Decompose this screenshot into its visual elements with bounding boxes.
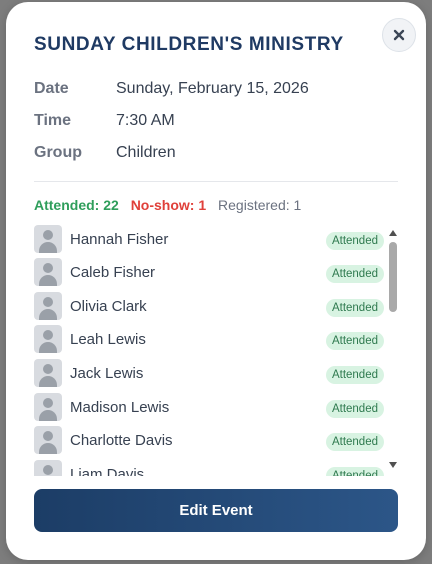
attendee-row[interactable]: Leah Lewis Attended	[34, 324, 384, 354]
detail-row-date: Date Sunday, February 15, 2026	[34, 78, 309, 100]
attendee-row[interactable]: Liam Davis Attended	[34, 459, 384, 476]
avatar	[34, 258, 62, 286]
status-badge: Attended	[325, 332, 384, 350]
detail-row-group: Group Children	[34, 142, 176, 164]
time-value: 7:30 AM	[116, 112, 175, 129]
attendee-name: Olivia Clark	[70, 297, 147, 315]
no-show-count: No-show: 1	[130, 197, 207, 213]
registered-count: Registered: 1	[218, 197, 302, 213]
group-value: Children	[116, 144, 176, 161]
close-button[interactable]	[382, 18, 416, 52]
scrollbar-thumb[interactable]	[389, 242, 397, 312]
attendee-name: Caleb Fisher	[70, 263, 156, 281]
status-badge: Attended	[325, 299, 384, 317]
attendee-name: Hannah Fisher	[70, 230, 169, 248]
date-label: Date	[34, 80, 69, 97]
status-badge: Attended	[325, 232, 384, 250]
attendance-summary: Attended: 22 No-show: 1 Registered: 1	[34, 197, 301, 213]
scroll-down-arrow-icon[interactable]	[388, 460, 398, 470]
section-divider	[34, 181, 398, 182]
event-details-modal: SUNDAY CHILDREN'S MINISTRY Date Sunday, …	[6, 2, 426, 560]
attendee-name: Madison Lewis	[70, 398, 170, 416]
scroll-up-arrow-icon[interactable]	[388, 228, 398, 238]
edit-event-button[interactable]: Edit Event	[34, 489, 398, 532]
close-icon	[393, 29, 405, 41]
avatar	[34, 460, 62, 476]
status-badge: Attended	[325, 400, 384, 418]
attendee-list-scrollbar[interactable]	[388, 228, 398, 470]
attendee-list[interactable]: Hannah Fisher Attended Caleb Fisher Atte…	[34, 222, 384, 476]
status-badge: Attended	[325, 433, 384, 451]
avatar	[34, 225, 62, 253]
attendee-row[interactable]: Caleb Fisher Attended	[34, 257, 384, 287]
avatar	[34, 359, 62, 387]
time-label: Time	[34, 112, 72, 129]
attendee-name: Leah Lewis	[70, 330, 146, 348]
avatar	[34, 325, 62, 353]
avatar	[34, 393, 62, 421]
date-value: Sunday, February 15, 2026	[116, 80, 309, 97]
avatar	[34, 292, 62, 320]
group-label: Group	[34, 144, 82, 161]
attendee-name: Charlotte Davis	[70, 431, 173, 449]
attendee-row[interactable]: Hannah Fisher Attended	[34, 224, 384, 254]
attendee-row[interactable]: Olivia Clark Attended	[34, 291, 384, 321]
status-badge: Attended	[325, 265, 384, 283]
attended-count: Attended: 22	[34, 197, 119, 213]
status-badge: Attended	[325, 366, 384, 384]
attendee-row[interactable]: Madison Lewis Attended	[34, 392, 384, 422]
detail-row-time: Time 7:30 AM	[34, 110, 175, 132]
attendee-name: Jack Lewis	[70, 364, 144, 382]
attendee-name: Liam Davis	[70, 465, 145, 477]
event-title: SUNDAY CHILDREN'S MINISTRY	[34, 34, 344, 55]
avatar	[34, 426, 62, 454]
attendee-row[interactable]: Charlotte Davis Attended	[34, 425, 384, 455]
attendee-row[interactable]: Jack Lewis Attended	[34, 358, 384, 388]
status-badge: Attended	[325, 467, 384, 476]
